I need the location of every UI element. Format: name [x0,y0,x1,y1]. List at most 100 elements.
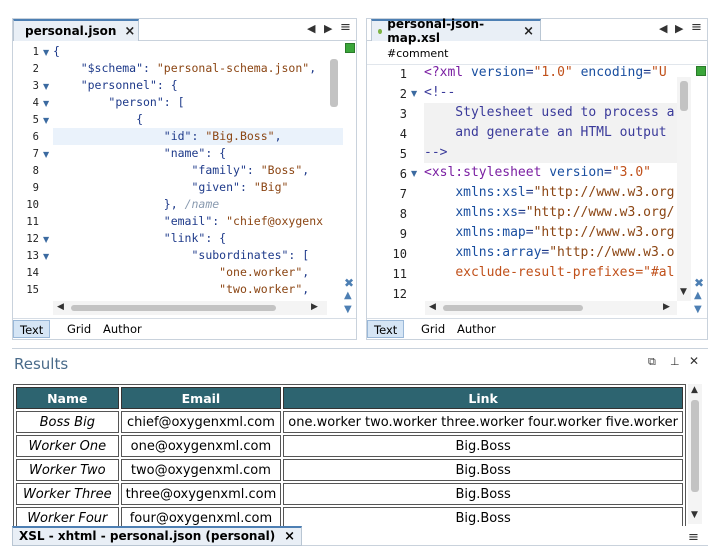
mode-author-tab[interactable]: Author [451,320,502,338]
fold-toggle-icon[interactable]: ▼ [43,99,49,108]
line-number: 9 [32,182,39,194]
code-token: --> [424,145,448,160]
tab-scroll-left-icon[interactable]: ◀ [659,22,667,35]
cell-email: four@oxygenxml.com [120,507,282,526]
right-horizontal-scroll-thumb[interactable] [443,305,583,311]
right-vertical-scroll-thumb[interactable] [680,81,688,111]
code-line: xmlns:xsl="http://www.w3.org [424,185,674,200]
code-token: , [309,61,317,75]
tab-scroll-left-icon[interactable]: ◀ [307,22,315,35]
scroll-right-icon[interactable]: ▶ [311,302,318,312]
left-editor-panel: personal.json × ◀ ▶ ≡ 1 ▼ {2 "$schema": "p… [12,18,357,340]
code-token: "http://www.w3.org [533,185,675,200]
table-row[interactable]: Worker One one@oxygenxml.com Big.Boss [16,435,683,457]
scroll-left-icon[interactable]: ◀ [429,302,436,312]
code-token: : [ [288,248,310,262]
line-number: 4 [399,127,407,141]
tab-menu-icon[interactable]: ≡ [691,20,702,35]
compare-down-icon[interactable]: ▼ [344,304,352,315]
right-vertical-scrollbar[interactable]: ▼ [677,77,691,301]
results-vertical-scroll-thumb[interactable] [691,400,699,492]
close-tab-icon[interactable]: × [523,24,534,39]
code-token: , [302,163,310,177]
tab-menu-icon[interactable]: ≡ [340,20,351,35]
close-tab-icon[interactable]: × [284,528,295,545]
fold-toggle-icon[interactable]: ▼ [43,252,49,261]
code-line: "family": "Boss", [53,163,309,177]
tab-personal-json-map-xsl[interactable]: personal-json-map.xsl × [371,17,541,45]
left-horizontal-scroll-thumb[interactable] [71,305,276,311]
code-token: "http://www.w3.org [533,225,675,240]
pin-view-icon[interactable]: ⊥ [670,355,680,368]
view-menu-icon[interactable]: ≡ [688,530,699,545]
scroll-down-icon[interactable]: ▼ [691,510,698,520]
table-row[interactable]: Worker Three three@oxygenxml.com Big.Boss [16,483,683,505]
fold-toggle-icon[interactable]: ▼ [43,150,49,159]
results-table-body: Boss Big chief@oxygenxml.com one.worker tw… [16,411,683,526]
right-code-area[interactable]: 1 <?xml version="1.0" encoding="U 2 ▼ <!-- 3 … [367,65,679,301]
fold-toggle-icon[interactable]: ▼ [43,235,49,244]
right-horizontal-scrollbar[interactable]: ◀ ▶ [425,301,677,315]
fold-toggle-icon[interactable]: ▼ [411,169,417,178]
scroll-up-icon[interactable]: ▲ [691,385,698,395]
compare-close-icon[interactable]: ✖ [694,276,704,290]
fold-toggle-icon[interactable]: ▼ [43,48,49,57]
mode-author-tab[interactable]: Author [97,320,148,338]
compare-up-icon[interactable]: ▲ [344,290,352,301]
tab-personal-json[interactable]: personal.json × [13,19,139,41]
right-mode-bar: Text Grid Author [367,318,707,338]
scroll-left-icon[interactable]: ◀ [57,302,64,312]
close-tab-icon[interactable]: × [124,24,135,39]
line-number: 12 [26,233,39,245]
code-token: "3.0" [611,165,651,180]
breadcrumb[interactable]: #comment [387,47,448,60]
result-tab[interactable]: XSL - xhtml - personal.json (personal) × [12,526,303,546]
code-line: Stylesheet used to process a [424,105,674,120]
line-number: 14 [26,267,39,279]
scroll-right-icon[interactable]: ▶ [663,302,670,312]
code-token: , [302,282,310,296]
compare-up-icon[interactable]: ▲ [694,290,702,301]
left-horizontal-scrollbar[interactable]: ◀ ▶ [53,301,327,315]
compare-close-icon[interactable]: ✖ [344,276,354,290]
left-vertical-scroll-thumb[interactable] [330,59,338,107]
code-token: exclude-result-prefixes="#al [455,265,675,280]
table-row[interactable]: Worker Four four@oxygenxml.com Big.Boss [16,507,683,526]
code-line: --> [424,145,447,160]
mode-grid-tab[interactable]: Grid [61,320,97,338]
code-line: xmlns:xs="http://www.w3.org/ [424,205,674,220]
line-number: 2 [32,63,39,75]
mode-text-tab[interactable]: Text [367,320,405,338]
cell-link: Big.Boss [283,435,683,457]
restore-view-icon[interactable]: ⧉ [648,355,656,369]
table-row[interactable]: Boss Big chief@oxygenxml.com one.worker tw… [16,411,683,433]
code-line: "subordinates": [ [53,248,309,262]
left-vertical-scrollbar[interactable] [327,55,341,301]
fold-toggle-icon[interactable]: ▼ [43,82,49,91]
fold-toggle-icon[interactable]: ▼ [43,116,49,125]
mode-grid-tab[interactable]: Grid [415,320,451,338]
line-number: 10 [392,247,407,261]
cell-link: Big.Boss [283,459,683,481]
tab-scroll-right-icon[interactable]: ▶ [324,22,332,35]
table-row[interactable]: Worker Two two@oxygenxml.com Big.Boss [16,459,683,481]
fold-toggle-icon[interactable]: ▼ [411,89,417,98]
code-token: "family" [191,163,247,177]
compare-down-icon[interactable]: ▼ [694,304,702,315]
cell-email: two@oxygenxml.com [120,459,282,481]
code-line: exclude-result-prefixes="#al [424,265,674,280]
scroll-down-icon[interactable]: ▼ [680,287,687,297]
mode-text-tab[interactable]: Text [13,320,51,338]
close-view-icon[interactable]: ✕ [689,354,699,368]
code-token: "person" [108,95,164,109]
tab-scroll-right-icon[interactable]: ▶ [675,22,683,35]
results-vertical-scrollbar[interactable]: ▲ ▼ [688,384,702,524]
column-header-email: Email [120,387,282,409]
left-code-area[interactable]: 1 ▼ {2 "$schema": "personal-schema.json", 3… [13,42,343,300]
code-token: "chief@oxygenx [226,214,324,228]
